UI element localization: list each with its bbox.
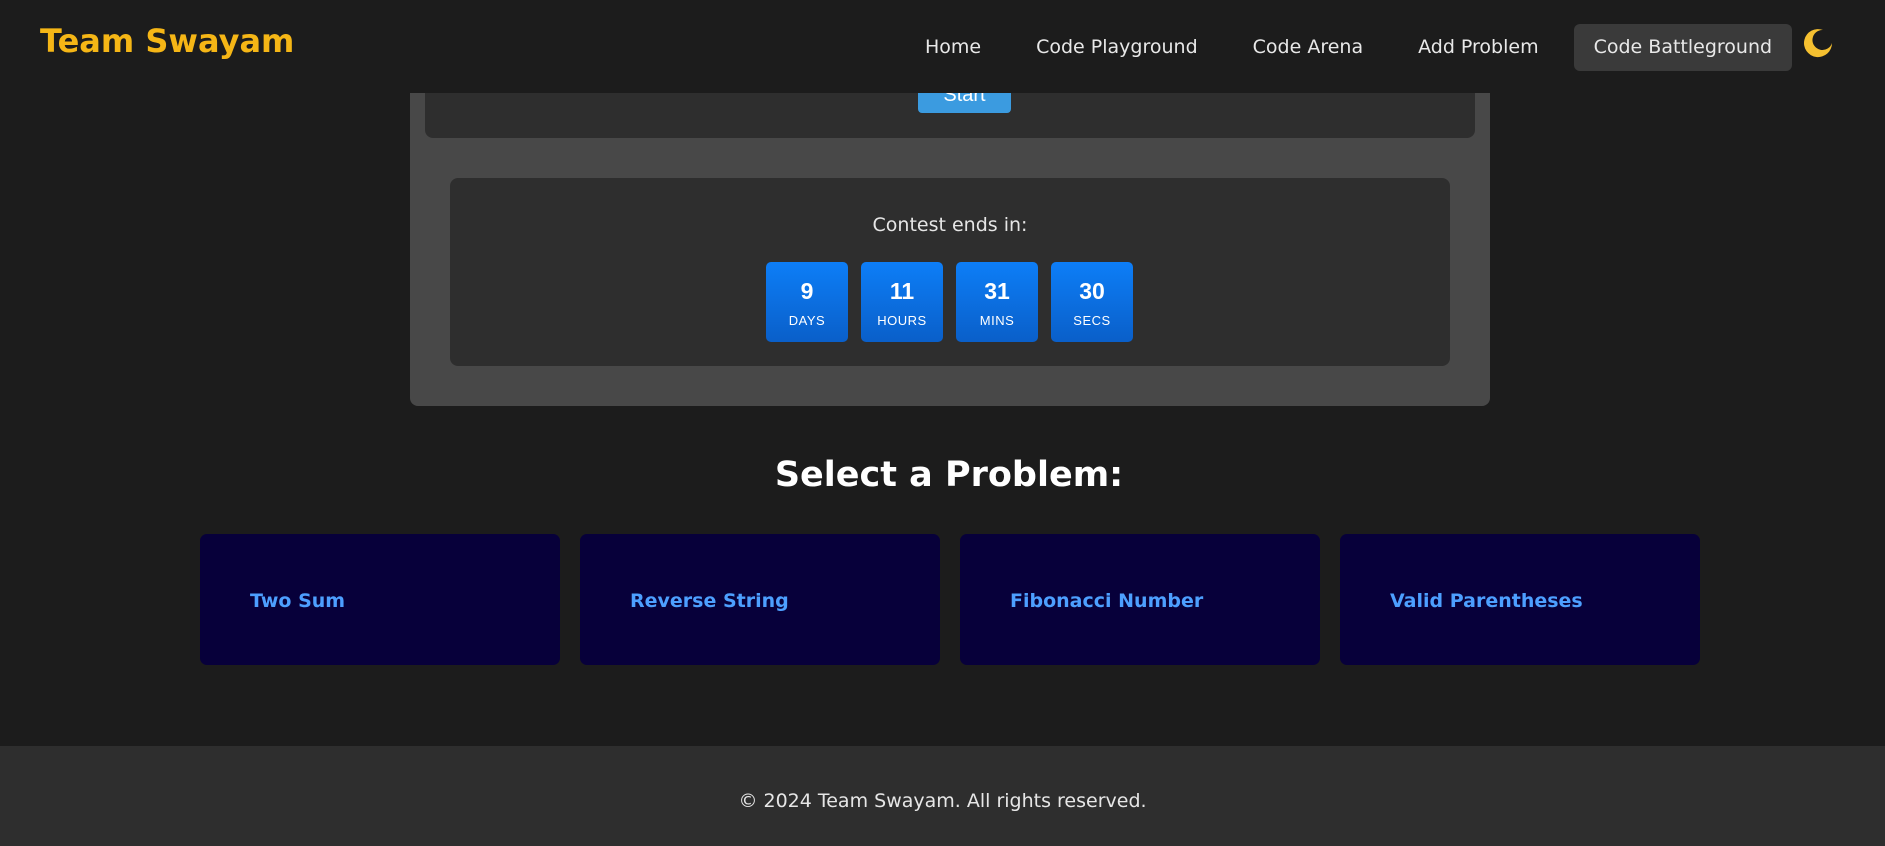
page-footer: © 2024 Team Swayam. All rights reserved. (0, 746, 1885, 846)
nav-links: Home Code Playground Code Arena Add Prob… (905, 24, 1807, 71)
copyright-text: © 2024 Team Swayam. All rights reserved. (738, 790, 1147, 812)
moon-icon[interactable] (1801, 26, 1835, 60)
countdown-value: 31 (984, 278, 1010, 304)
nav-code-playground[interactable]: Code Playground (1016, 24, 1218, 71)
problem-card-two-sum[interactable]: Two Sum (200, 534, 560, 665)
brand-logo[interactable]: Team Swayam (40, 22, 294, 60)
problem-list: Two Sum Reverse String Fibonacci Number … (200, 534, 1720, 665)
countdown-value: 11 (889, 278, 915, 304)
countdown-unit-label: HOURS (877, 313, 927, 328)
countdown-mins: 31 MINS (956, 262, 1038, 342)
nav-code-battleground[interactable]: Code Battleground (1573, 24, 1793, 71)
countdown-unit-label: MINS (979, 313, 1015, 328)
problem-card-reverse-string[interactable]: Reverse String (580, 534, 940, 665)
countdown-unit-label: SECS (1073, 313, 1111, 328)
problem-title: Fibonacci Number (1010, 590, 1204, 612)
countdown-card: Contest ends in: 9 DAYS 11 HOURS 31 MINS… (450, 178, 1450, 366)
nav-code-arena[interactable]: Code Arena (1233, 24, 1383, 71)
problem-title: Reverse String (630, 590, 789, 612)
countdown-hours: 11 HOURS (861, 262, 943, 342)
countdown-units: 9 DAYS 11 HOURS 31 MINS 30 SECS (766, 262, 1146, 342)
countdown-unit-label: DAYS (788, 313, 826, 328)
countdown-days: 9 DAYS (766, 262, 848, 342)
top-navbar: Team Swayam Home Code Playground Code Ar… (0, 0, 1885, 93)
countdown-value: 9 (800, 278, 814, 304)
select-problem-heading: Select a Problem: (774, 455, 1124, 495)
countdown-label: Contest ends in: (872, 214, 1028, 236)
nav-add-problem[interactable]: Add Problem (1398, 24, 1559, 71)
problem-card-fibonacci-number[interactable]: Fibonacci Number (960, 534, 1320, 665)
nav-home[interactable]: Home (905, 24, 1001, 71)
problem-card-valid-parentheses[interactable]: Valid Parentheses (1340, 534, 1700, 665)
problem-title: Two Sum (250, 590, 346, 612)
problem-title: Valid Parentheses (1390, 590, 1583, 612)
contest-panel: Start Contest ends in: 9 DAYS 11 HOURS 3… (410, 60, 1490, 406)
countdown-value: 30 (1079, 278, 1105, 304)
countdown-secs: 30 SECS (1051, 262, 1133, 342)
